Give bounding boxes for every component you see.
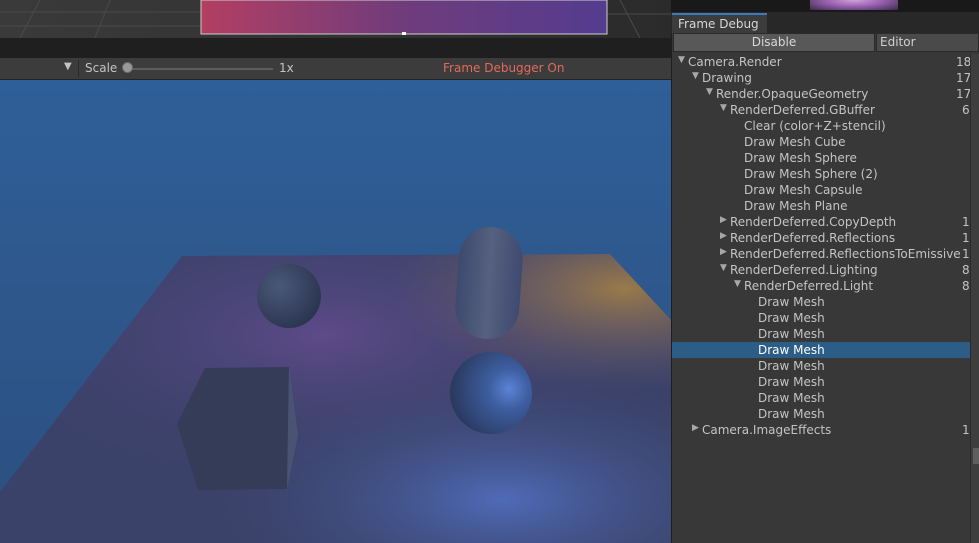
target-dropdown[interactable]: Editor xyxy=(876,33,979,52)
tree-row-count: 1 xyxy=(962,247,970,261)
tree-row-label: Draw Mesh xyxy=(758,295,825,309)
tree-row-label: Draw Mesh xyxy=(758,375,825,389)
tree-row-label: Camera.ImageEffects xyxy=(702,423,832,437)
chevron-down-icon[interactable]: ▼ xyxy=(64,61,72,72)
tree-row-label: Draw Mesh Capsule xyxy=(744,183,863,197)
tree-row[interactable]: ▶ Camera.ImageEffects 1 xyxy=(672,422,970,438)
tree-row[interactable]: Clear (color+Z+stencil) xyxy=(672,118,970,134)
tree-row[interactable]: Draw Mesh Capsule xyxy=(672,182,970,198)
tree-row[interactable]: Draw Mesh Cube xyxy=(672,134,970,150)
tree-row-count: 1 xyxy=(962,215,970,229)
frame-debugger-status: Frame Debugger On xyxy=(443,61,565,75)
scale-label: Scale xyxy=(85,61,118,75)
tree-row[interactable]: Draw Mesh xyxy=(672,374,970,390)
tree-row-label: RenderDeferred.Reflections xyxy=(730,231,896,245)
view-separator xyxy=(0,38,671,58)
tree-row-label: Camera.Render xyxy=(688,55,782,69)
tree-row[interactable]: Draw Mesh Plane xyxy=(672,198,970,214)
scale-slider-thumb[interactable] xyxy=(122,62,133,73)
tree-row[interactable]: ▼ RenderDeferred.Lighting 8 xyxy=(672,262,970,278)
scrollbar-thumb[interactable] xyxy=(973,448,979,464)
tree-row-count: 8 xyxy=(962,279,970,293)
tree-row-label: Draw Mesh xyxy=(758,391,825,405)
tree-row[interactable]: ▶ RenderDeferred.CopyDepth 1 xyxy=(672,214,970,230)
tree-row-label: Draw Mesh Sphere xyxy=(744,151,857,165)
tree-row-label: Drawing xyxy=(702,71,752,85)
tab-frame-debug[interactable]: Frame Debug xyxy=(672,13,767,33)
tree-row-label: RenderDeferred.GBuffer xyxy=(730,103,875,117)
expanded-arrow-icon[interactable]: ▼ xyxy=(678,55,688,65)
tree-row-count: 8 xyxy=(962,263,970,277)
scale-slider-track[interactable] xyxy=(127,68,273,70)
tree-row[interactable]: Draw Mesh xyxy=(672,406,970,422)
tree-row-count: 17 xyxy=(956,87,972,101)
tree-row[interactable]: ▼ Drawing 17 xyxy=(672,70,972,86)
collapsed-arrow-icon[interactable]: ▶ xyxy=(720,215,730,225)
game-view-preview xyxy=(0,0,671,38)
expanded-arrow-icon[interactable]: ▼ xyxy=(720,263,730,273)
tree-row[interactable]: ▶ RenderDeferred.Reflections 1 xyxy=(672,230,970,246)
expanded-arrow-icon[interactable]: ▼ xyxy=(706,87,716,97)
tree-row-label: Draw Mesh xyxy=(758,359,825,373)
tree-row[interactable]: Draw Mesh Sphere (2) xyxy=(672,166,970,182)
tree-row-count: 17 xyxy=(956,71,972,85)
tree-row-count: 6 xyxy=(962,103,970,117)
tree-row-label: Clear (color+Z+stencil) xyxy=(744,119,886,133)
collapsed-arrow-icon[interactable]: ▶ xyxy=(720,231,730,241)
tree-row-count: 1 xyxy=(962,423,970,437)
expanded-arrow-icon[interactable]: ▼ xyxy=(734,279,744,289)
tree-row[interactable]: Draw Mesh xyxy=(672,310,970,326)
collapsed-arrow-icon[interactable]: ▶ xyxy=(692,423,702,433)
scene-viewport[interactable] xyxy=(0,80,671,543)
tree-row-label: RenderDeferred.Lighting xyxy=(730,263,878,277)
tree-row-label: Draw Mesh Sphere (2) xyxy=(744,167,878,181)
event-tree: ▼ Camera.Render 18 ▼ Drawing 17 ▼ Render.Opaque… xyxy=(672,54,972,454)
expanded-arrow-icon[interactable]: ▼ xyxy=(692,71,702,81)
tree-row-count: 18 xyxy=(956,55,972,69)
tree-row[interactable]: ▼ RenderDeferred.GBuffer 6 xyxy=(672,102,970,118)
tree-row[interactable]: Draw Mesh Sphere xyxy=(672,150,970,166)
tree-row-label: Draw Mesh Plane xyxy=(744,199,848,213)
tree-row[interactable]: ▼ RenderDeferred.Light 8 xyxy=(672,278,970,294)
toolbar-divider xyxy=(78,60,79,77)
tree-row[interactable]: Draw Mesh xyxy=(672,294,970,310)
expanded-arrow-icon[interactable]: ▼ xyxy=(720,103,730,113)
scale-value: 1x xyxy=(279,61,294,75)
tree-row-label: Draw Mesh xyxy=(758,311,825,325)
tree-row[interactable]: Draw Mesh xyxy=(672,342,970,358)
tree-row[interactable]: Draw Mesh xyxy=(672,358,970,374)
tree-row[interactable]: ▼ Camera.Render 18 xyxy=(672,54,972,70)
material-preview-thumbnail xyxy=(810,0,898,10)
tree-row[interactable]: Draw Mesh xyxy=(672,326,970,342)
collapsed-arrow-icon[interactable]: ▶ xyxy=(720,247,730,257)
tree-row-label: Draw Mesh xyxy=(758,343,825,357)
tree-row-label: Draw Mesh xyxy=(758,407,825,421)
tree-row[interactable]: ▶ RenderDeferred.ReflectionsToEmissive 1 xyxy=(672,246,970,262)
tree-row-label: Render.OpaqueGeometry xyxy=(716,87,869,101)
tree-row-label: RenderDeferred.CopyDepth xyxy=(730,215,897,229)
tree-row[interactable]: ▼ Render.OpaqueGeometry 17 xyxy=(672,86,972,102)
tree-row-label: Draw Mesh xyxy=(758,327,825,341)
tree-row[interactable]: Draw Mesh xyxy=(672,390,970,406)
tree-row-label: RenderDeferred.Light xyxy=(744,279,874,293)
tree-row-label: RenderDeferred.ReflectionsToEmissive xyxy=(730,247,961,261)
tree-row-label: Draw Mesh Cube xyxy=(744,135,846,149)
tree-scrollbar[interactable] xyxy=(970,54,979,543)
tree-row-count: 1 xyxy=(962,231,970,245)
disable-button[interactable]: Disable xyxy=(673,33,875,52)
scene-toolbar: ▼ Scale 1x Frame Debugger On xyxy=(0,58,671,80)
